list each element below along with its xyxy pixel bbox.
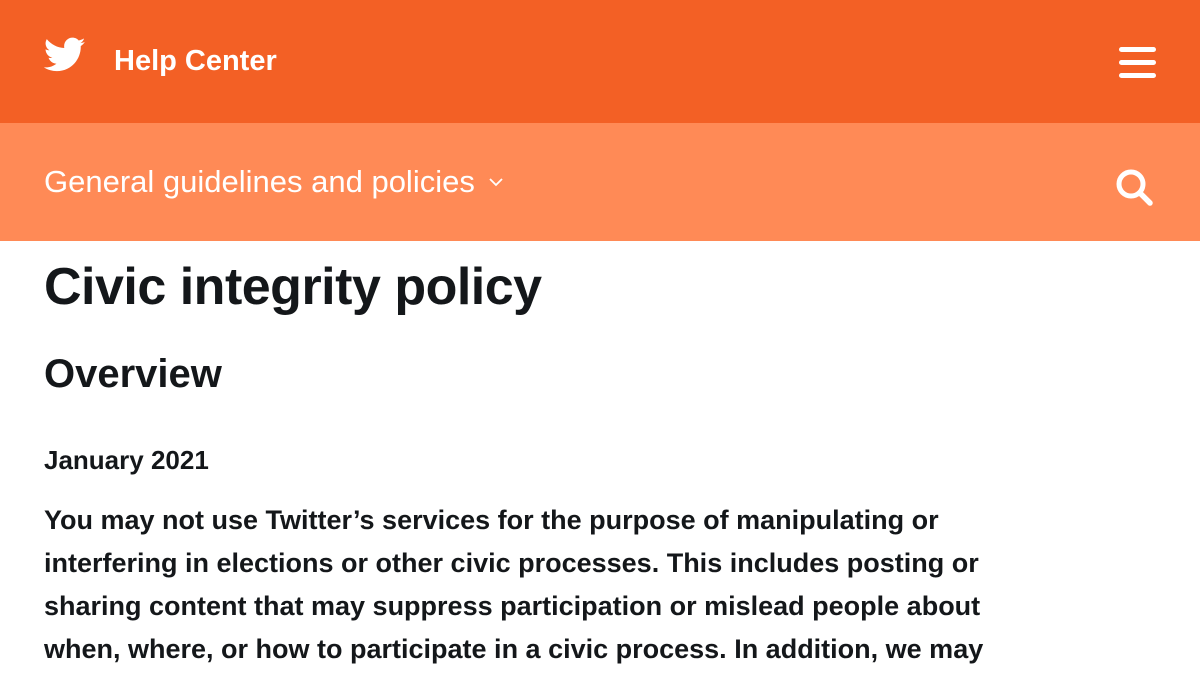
paragraph-line: interfering in elections or other civic … — [44, 548, 979, 578]
help-center-title[interactable]: Help Center — [114, 44, 277, 78]
section-dropdown-label: General guidelines and policies — [44, 164, 475, 199]
page-title: Civic integrity policy — [44, 258, 542, 316]
overview-heading: Overview — [44, 352, 222, 396]
search-icon[interactable] — [1113, 166, 1155, 208]
header-bar: Help Center — [0, 0, 1200, 123]
policy-date: January 2021 — [44, 445, 209, 475]
section-dropdown[interactable]: General guidelines and policies — [44, 162, 503, 202]
paragraph-line: when, where, or how to participate in a … — [44, 634, 984, 664]
paragraph-line: You may not use Twitter’s services for t… — [44, 505, 939, 535]
twitter-bird-icon[interactable] — [44, 37, 86, 73]
policy-paragraph: You may not use Twitter’s services for t… — [44, 499, 1154, 671]
chevron-down-icon — [489, 178, 503, 187]
hamburger-menu-icon[interactable] — [1118, 44, 1160, 80]
paragraph-line: sharing content that may suppress partic… — [44, 591, 981, 621]
